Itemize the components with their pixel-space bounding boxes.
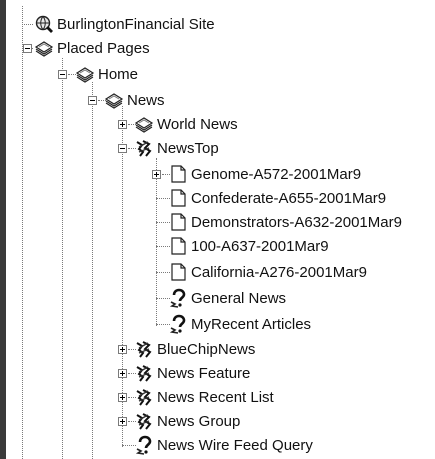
document-icon [168, 212, 188, 232]
document-icon [168, 164, 188, 184]
expand-toggle-news-recent-list[interactable] [118, 393, 127, 402]
tree-node-home[interactable]: Home [75, 62, 138, 86]
tree-node-placed-pages[interactable]: Placed Pages [34, 36, 150, 60]
tree-node-label: Home [98, 65, 139, 83]
tree-node-burlingtonfinancial-site[interactable]: BurlingtonFinancial Site [34, 12, 215, 36]
tree-node-label: News Group [157, 412, 241, 430]
tree-node-world-news[interactable]: World News [134, 112, 238, 136]
site-tree[interactable]: BurlingtonFinancial Site Placed Pages Ho… [0, 0, 435, 459]
query-icon [134, 435, 154, 455]
collapse-toggle-news[interactable] [88, 96, 97, 105]
collapse-toggle-placed-pages[interactable] [23, 44, 32, 53]
expand-toggle-bluechipnews[interactable] [118, 345, 127, 354]
globe-search-icon [34, 14, 54, 34]
collapse-toggle-home[interactable] [58, 70, 67, 79]
puzzle-component-icon [134, 339, 154, 359]
tree-node-confederate-a655[interactable]: Confederate-A655-2001Mar9 [168, 186, 386, 210]
tree-line [22, 24, 33, 25]
tree-node-label: NewsTop [157, 139, 219, 157]
tree-node-label: Placed Pages [57, 39, 150, 57]
query-icon [168, 288, 188, 308]
tree-node-label: 100-A637-2001Mar9 [191, 237, 329, 255]
tree-node-label: World News [157, 115, 238, 133]
pages-stack-icon [34, 38, 54, 58]
puzzle-component-icon [134, 138, 154, 158]
tree-node-demonstrators-a632[interactable]: Demonstrators-A632-2001Mar9 [168, 210, 402, 234]
pages-stack-icon [134, 114, 154, 134]
document-icon [168, 188, 188, 208]
tree-node-myrecent-articles[interactable]: MyRecent Articles [168, 312, 311, 336]
tree-node-label: Genome-A572-2001Mar9 [191, 165, 362, 183]
tree-node-news-group[interactable]: News Group [134, 409, 240, 433]
tree-node-news[interactable]: News [104, 88, 165, 112]
document-icon [168, 236, 188, 256]
puzzle-component-icon [134, 387, 154, 407]
tree-node-label: News [127, 91, 165, 109]
tree-node-label: News Feature [157, 364, 251, 382]
tree-node-100-a637[interactable]: 100-A637-2001Mar9 [168, 234, 329, 258]
tree-node-label: California-A276-2001Mar9 [191, 263, 367, 281]
expand-toggle-genome[interactable] [152, 170, 161, 179]
tree-node-general-news[interactable]: General News [168, 286, 286, 310]
tree-node-genome-a572[interactable]: Genome-A572-2001Mar9 [168, 162, 361, 186]
tree-node-bluechipnews[interactable]: BlueChipNews [134, 337, 255, 361]
tree-node-label: Demonstrators-A632-2001Mar9 [191, 213, 402, 231]
pages-stack-icon [104, 90, 124, 110]
tree-node-label: General News [191, 289, 287, 307]
tree-line [62, 58, 63, 459]
puzzle-component-icon [134, 411, 154, 431]
tree-node-california-a276[interactable]: California-A276-2001Mar9 [168, 260, 367, 284]
expand-toggle-news-feature[interactable] [118, 369, 127, 378]
pages-stack-icon [75, 64, 95, 84]
tree-node-news-wire-feed-query[interactable]: News Wire Feed Query [134, 433, 313, 457]
collapse-toggle-newstop[interactable] [118, 144, 127, 153]
tree-node-label: BurlingtonFinancial Site [57, 15, 215, 33]
tree-node-label: News Recent List [157, 388, 274, 406]
tree-node-label: MyRecent Articles [191, 315, 312, 333]
tree-node-label: News Wire Feed Query [157, 436, 313, 454]
puzzle-component-icon [134, 363, 154, 383]
expand-toggle-world-news[interactable] [118, 120, 127, 129]
tree-node-label: BlueChipNews [157, 340, 256, 358]
tree-node-news-recent-list[interactable]: News Recent List [134, 385, 274, 409]
query-icon [168, 314, 188, 334]
expand-toggle-news-group[interactable] [118, 417, 127, 426]
tree-node-news-feature[interactable]: News Feature [134, 361, 250, 385]
tree-line [92, 82, 93, 459]
document-icon [168, 262, 188, 282]
tree-line [22, 6, 23, 459]
tree-node-newstop[interactable]: NewsTop [134, 136, 219, 160]
tree-line [156, 158, 157, 326]
tree-node-label: Confederate-A655-2001Mar9 [191, 189, 387, 207]
